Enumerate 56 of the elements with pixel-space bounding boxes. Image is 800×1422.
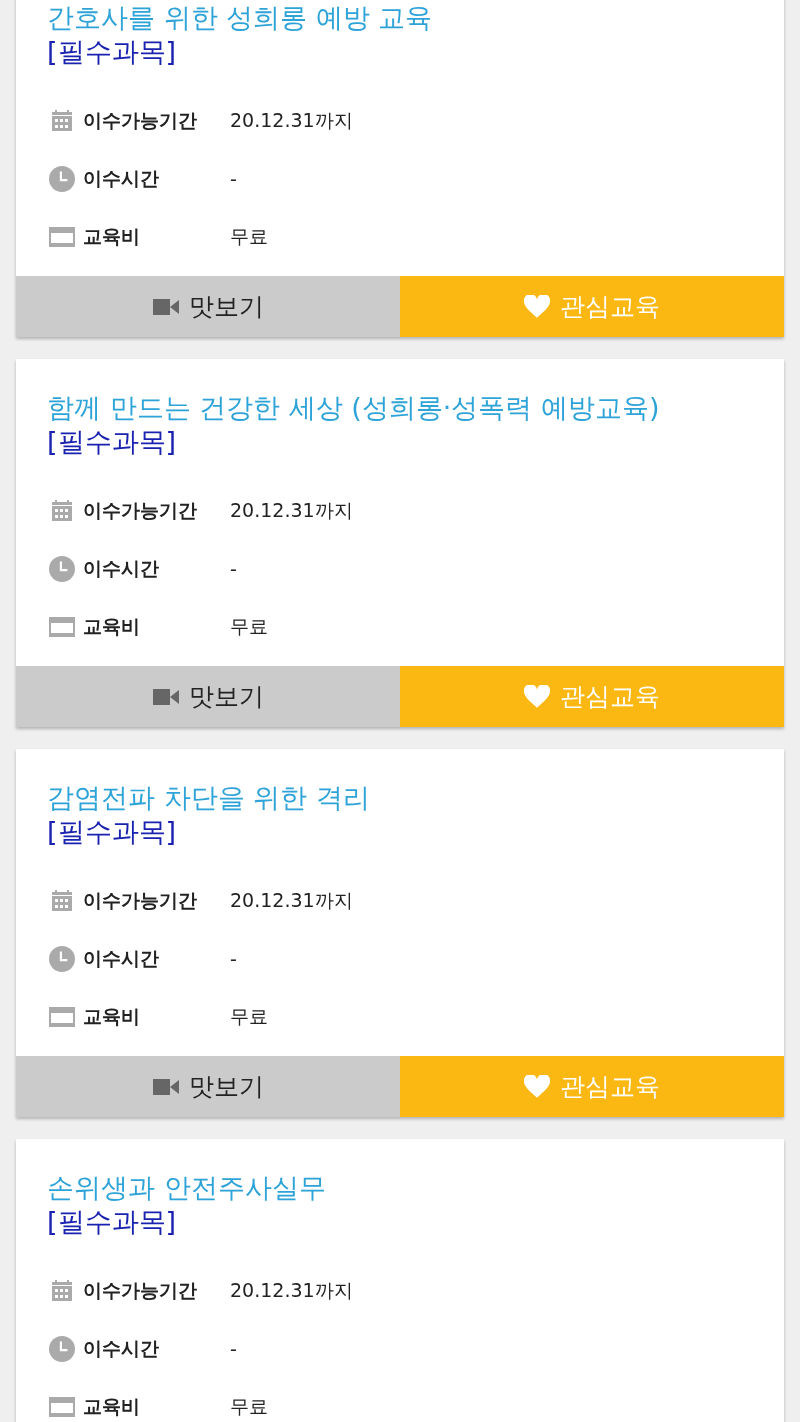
clock-icon <box>49 946 75 972</box>
detail-value: - <box>230 558 237 580</box>
interest-button[interactable]: 관심교육 <box>400 1056 784 1117</box>
detail-label: 이수가능기간 <box>83 498 198 523</box>
detail-value: 20.12.31까지 <box>230 1278 353 1303</box>
calendar-icon <box>49 499 75 523</box>
clock-icon <box>49 166 75 192</box>
detail-label: 교육비 <box>83 1394 141 1419</box>
course-title[interactable]: 손위생과 안전주사실무 <box>47 1171 764 1205</box>
course-title[interactable]: 함께 만드는 건강한 세상 (성희롱·성폭력 예방교육) <box>47 391 764 425</box>
detail-value: 무료 <box>230 614 268 639</box>
calendar-icon <box>49 109 75 133</box>
detail-label: 이수시간 <box>83 946 160 971</box>
card-icon <box>49 617 75 637</box>
preview-button[interactable]: 맛보기 <box>16 276 400 337</box>
detail-value: 무료 <box>230 1394 268 1419</box>
card-icon <box>49 1007 75 1027</box>
card-icon <box>49 227 75 247</box>
interest-button[interactable]: 관심교육 <box>400 276 784 337</box>
card-icon <box>49 1397 75 1417</box>
interest-button[interactable]: 관심교육 <box>400 666 784 727</box>
preview-button[interactable]: 맛보기 <box>16 666 400 727</box>
required-tag: [필수과목] <box>47 1205 764 1239</box>
calendar-icon <box>49 1279 75 1303</box>
required-tag: [필수과목] <box>47 425 764 459</box>
detail-value: 20.12.31까지 <box>230 108 353 133</box>
detail-value: - <box>230 1338 237 1360</box>
detail-label: 교육비 <box>83 1004 141 1029</box>
preview-button[interactable]: 맛보기 <box>16 1056 400 1117</box>
detail-value: 20.12.31까지 <box>230 888 353 913</box>
detail-label: 이수시간 <box>83 556 160 581</box>
detail-label: 이수가능기간 <box>83 888 198 913</box>
video-camera-icon <box>152 296 179 317</box>
required-tag: [필수과목] <box>47 815 764 849</box>
detail-label: 교육비 <box>83 224 141 249</box>
course-title[interactable]: 간호사를 위한 성희롱 예방 교육 <box>47 1 764 35</box>
heart-icon <box>524 684 550 709</box>
heart-icon <box>524 1074 550 1099</box>
detail-value: 무료 <box>230 1004 268 1029</box>
detail-label: 교육비 <box>83 614 141 639</box>
clock-icon <box>49 1336 75 1362</box>
heart-icon <box>524 294 550 319</box>
detail-value: - <box>230 948 237 970</box>
detail-label: 이수시간 <box>83 1336 160 1361</box>
detail-label: 이수가능기간 <box>83 1278 198 1303</box>
video-camera-icon <box>152 686 179 707</box>
detail-label: 이수시간 <box>83 166 160 191</box>
video-camera-icon <box>152 1076 179 1097</box>
calendar-icon <box>49 889 75 913</box>
detail-value: 20.12.31까지 <box>230 498 353 523</box>
clock-icon <box>49 556 75 582</box>
required-tag: [필수과목] <box>47 35 764 69</box>
detail-value: 무료 <box>230 224 268 249</box>
detail-label: 이수가능기간 <box>83 108 198 133</box>
detail-value: - <box>230 168 237 190</box>
course-title[interactable]: 감염전파 차단을 위한 격리 <box>47 781 764 815</box>
